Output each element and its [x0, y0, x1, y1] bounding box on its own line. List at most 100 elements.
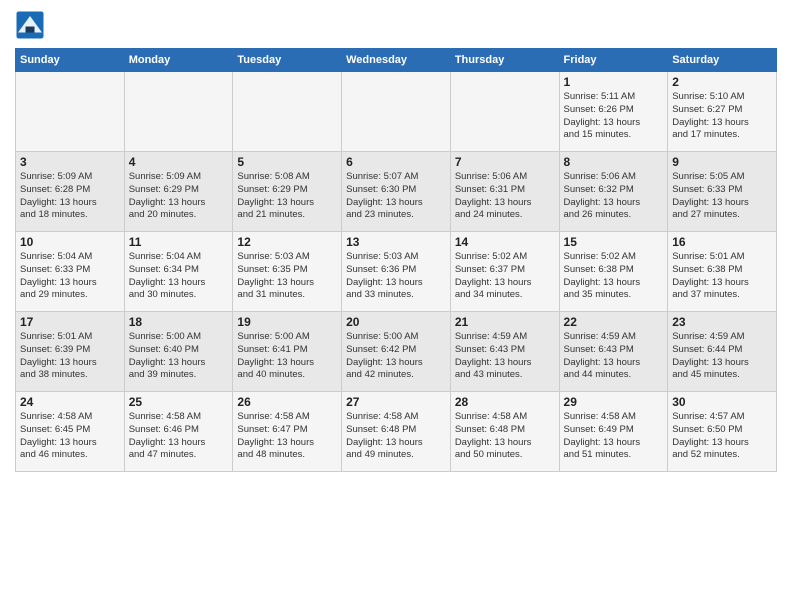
day-info: Sunrise: 5:02 AMSunset: 6:38 PMDaylight:… — [564, 251, 664, 302]
calendar-cell: 15 Sunrise: 5:02 AMSunset: 6:38 PMDayligh… — [559, 232, 668, 312]
day-info: Sunrise: 5:00 AMSunset: 6:42 PMDaylight:… — [346, 331, 446, 382]
day-info: Sunrise: 5:08 AMSunset: 6:29 PMDaylight:… — [237, 171, 337, 222]
calendar-cell: 17 Sunrise: 5:01 AMSunset: 6:39 PMDayligh… — [16, 312, 125, 392]
calendar-cell: 25 Sunrise: 4:58 AMSunset: 6:46 PMDayligh… — [124, 392, 233, 472]
day-number: 27 — [346, 395, 446, 409]
calendar-cell: 22 Sunrise: 4:59 AMSunset: 6:43 PMDayligh… — [559, 312, 668, 392]
day-info: Sunrise: 5:09 AMSunset: 6:29 PMDaylight:… — [129, 171, 229, 222]
day-info: Sunrise: 5:01 AMSunset: 6:39 PMDaylight:… — [20, 331, 120, 382]
day-number: 16 — [672, 235, 772, 249]
calendar-week: 3 Sunrise: 5:09 AMSunset: 6:28 PMDaylight… — [16, 152, 777, 232]
calendar-cell: 19 Sunrise: 5:00 AMSunset: 6:41 PMDayligh… — [233, 312, 342, 392]
calendar-cell: 26Sunrise: 4:58 AMSunset: 6:47 PMDayligh… — [233, 392, 342, 472]
calendar-week: 1 Sunrise: 5:11 AMSunset: 6:26 PMDaylight… — [16, 72, 777, 152]
day-info: Sunrise: 5:00 AMSunset: 6:41 PMDaylight:… — [237, 331, 337, 382]
day-info: Sunrise: 5:02 AMSunset: 6:37 PMDaylight:… — [455, 251, 555, 302]
day-info: Sunrise: 4:58 AMSunset: 6:45 PMDaylight:… — [20, 411, 120, 462]
calendar-cell: 20Sunrise: 5:00 AMSunset: 6:42 PMDayligh… — [342, 312, 451, 392]
header-row: SundayMondayTuesdayWednesdayThursdayFrid… — [16, 49, 777, 72]
calendar-cell: 7 Sunrise: 5:06 AMSunset: 6:31 PMDaylight… — [450, 152, 559, 232]
calendar-cell: 11 Sunrise: 5:04 AMSunset: 6:34 PMDayligh… — [124, 232, 233, 312]
day-number: 14 — [455, 235, 555, 249]
day-number: 24 — [20, 395, 120, 409]
calendar-cell: 6 Sunrise: 5:07 AMSunset: 6:30 PMDaylight… — [342, 152, 451, 232]
calendar-cell — [233, 72, 342, 152]
day-number: 28 — [455, 395, 555, 409]
calendar-cell: 21 Sunrise: 4:59 AMSunset: 6:43 PMDayligh… — [450, 312, 559, 392]
header-day: Monday — [124, 49, 233, 72]
day-info: Sunrise: 5:11 AMSunset: 6:26 PMDaylight:… — [564, 91, 664, 142]
day-info: Sunrise: 5:03 AMSunset: 6:35 PMDaylight:… — [237, 251, 337, 302]
day-info: Sunrise: 4:59 AMSunset: 6:43 PMDaylight:… — [455, 331, 555, 382]
day-info: Sunrise: 4:58 AMSunset: 6:48 PMDaylight:… — [346, 411, 446, 462]
day-info: Sunrise: 5:00 AMSunset: 6:40 PMDaylight:… — [129, 331, 229, 382]
day-number: 26 — [237, 395, 337, 409]
day-number: 4 — [129, 155, 229, 169]
day-number: 13 — [346, 235, 446, 249]
day-number: 12 — [237, 235, 337, 249]
calendar-cell: 13 Sunrise: 5:03 AMSunset: 6:36 PMDayligh… — [342, 232, 451, 312]
day-number: 11 — [129, 235, 229, 249]
calendar-cell: 24 Sunrise: 4:58 AMSunset: 6:45 PMDayligh… — [16, 392, 125, 472]
day-info: Sunrise: 5:04 AMSunset: 6:34 PMDaylight:… — [129, 251, 229, 302]
calendar-cell: 1 Sunrise: 5:11 AMSunset: 6:26 PMDaylight… — [559, 72, 668, 152]
day-info: Sunrise: 4:57 AMSunset: 6:50 PMDaylight:… — [672, 411, 772, 462]
logo-icon — [15, 10, 45, 40]
logo — [15, 10, 49, 40]
calendar-cell — [342, 72, 451, 152]
day-number: 17 — [20, 315, 120, 329]
day-number: 2 — [672, 75, 772, 89]
header-day: Friday — [559, 49, 668, 72]
day-number: 5 — [237, 155, 337, 169]
calendar-container: SundayMondayTuesdayWednesdayThursdayFrid… — [0, 0, 792, 482]
calendar-cell — [16, 72, 125, 152]
day-number: 23 — [672, 315, 772, 329]
calendar-week: 24 Sunrise: 4:58 AMSunset: 6:45 PMDayligh… — [16, 392, 777, 472]
day-number: 19 — [237, 315, 337, 329]
day-info: Sunrise: 5:07 AMSunset: 6:30 PMDaylight:… — [346, 171, 446, 222]
day-number: 21 — [455, 315, 555, 329]
day-number: 1 — [564, 75, 664, 89]
calendar-cell: 28 Sunrise: 4:58 AMSunset: 6:48 PMDayligh… — [450, 392, 559, 472]
calendar-header: SundayMondayTuesdayWednesdayThursdayFrid… — [16, 49, 777, 72]
calendar-cell: 10Sunrise: 5:04 AMSunset: 6:33 PMDayligh… — [16, 232, 125, 312]
day-info: Sunrise: 5:06 AMSunset: 6:31 PMDaylight:… — [455, 171, 555, 222]
day-info: Sunrise: 4:58 AMSunset: 6:46 PMDaylight:… — [129, 411, 229, 462]
header-day: Tuesday — [233, 49, 342, 72]
calendar-cell — [450, 72, 559, 152]
calendar-cell: 9Sunrise: 5:05 AMSunset: 6:33 PMDaylight… — [668, 152, 777, 232]
day-info: Sunrise: 4:59 AMSunset: 6:43 PMDaylight:… — [564, 331, 664, 382]
calendar-cell: 18Sunrise: 5:00 AMSunset: 6:40 PMDayligh… — [124, 312, 233, 392]
day-info: Sunrise: 5:10 AMSunset: 6:27 PMDaylight:… — [672, 91, 772, 142]
day-number: 30 — [672, 395, 772, 409]
header — [15, 10, 777, 40]
day-info: Sunrise: 5:09 AMSunset: 6:28 PMDaylight:… — [20, 171, 120, 222]
calendar-cell: 5 Sunrise: 5:08 AMSunset: 6:29 PMDaylight… — [233, 152, 342, 232]
calendar-cell: 8Sunrise: 5:06 AMSunset: 6:32 PMDaylight… — [559, 152, 668, 232]
day-info: Sunrise: 4:58 AMSunset: 6:49 PMDaylight:… — [564, 411, 664, 462]
header-day: Sunday — [16, 49, 125, 72]
day-info: Sunrise: 4:59 AMSunset: 6:44 PMDaylight:… — [672, 331, 772, 382]
header-day: Wednesday — [342, 49, 451, 72]
calendar-table: SundayMondayTuesdayWednesdayThursdayFrid… — [15, 48, 777, 472]
calendar-cell: 3 Sunrise: 5:09 AMSunset: 6:28 PMDaylight… — [16, 152, 125, 232]
day-info: Sunrise: 5:03 AMSunset: 6:36 PMDaylight:… — [346, 251, 446, 302]
day-number: 6 — [346, 155, 446, 169]
day-number: 29 — [564, 395, 664, 409]
day-number: 3 — [20, 155, 120, 169]
calendar-cell: 4 Sunrise: 5:09 AMSunset: 6:29 PMDaylight… — [124, 152, 233, 232]
calendar-cell: 27 Sunrise: 4:58 AMSunset: 6:48 PMDayligh… — [342, 392, 451, 472]
day-info: Sunrise: 5:04 AMSunset: 6:33 PMDaylight:… — [20, 251, 120, 302]
day-number: 7 — [455, 155, 555, 169]
calendar-cell: 29 Sunrise: 4:58 AMSunset: 6:49 PMDayligh… — [559, 392, 668, 472]
day-number: 15 — [564, 235, 664, 249]
calendar-cell: 12 Sunrise: 5:03 AMSunset: 6:35 PMDayligh… — [233, 232, 342, 312]
day-number: 25 — [129, 395, 229, 409]
calendar-cell: 16Sunrise: 5:01 AMSunset: 6:38 PMDayligh… — [668, 232, 777, 312]
day-info: Sunrise: 4:58 AMSunset: 6:48 PMDaylight:… — [455, 411, 555, 462]
header-day: Saturday — [668, 49, 777, 72]
calendar-cell: 30 Sunrise: 4:57 AMSunset: 6:50 PMDayligh… — [668, 392, 777, 472]
day-number: 22 — [564, 315, 664, 329]
header-day: Thursday — [450, 49, 559, 72]
calendar-week: 10Sunrise: 5:04 AMSunset: 6:33 PMDayligh… — [16, 232, 777, 312]
